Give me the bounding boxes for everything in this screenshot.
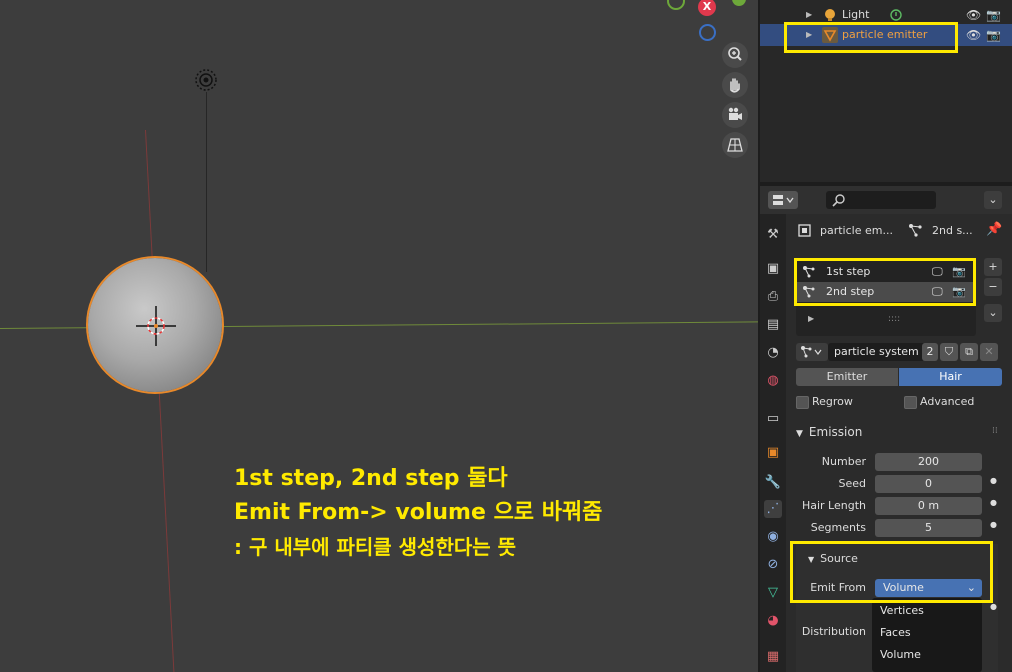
seed-field[interactable]: 0 — [875, 475, 982, 493]
tool-tab-icon[interactable]: ⚒ — [764, 226, 782, 244]
type-hair-button[interactable]: Hair — [899, 368, 1002, 386]
highlight-box-emitter — [784, 22, 958, 53]
highlight-box-source — [790, 541, 993, 603]
gizmo-x-handle[interactable]: X — [698, 0, 716, 16]
visibility-eye-icon[interactable]: 👁 — [966, 4, 981, 26]
list-resize-handle[interactable]: :::: — [888, 314, 900, 324]
type-emitter-button[interactable]: Emitter — [796, 368, 898, 386]
light-data-icon — [890, 9, 902, 21]
hair-length-field[interactable]: 0 m — [875, 497, 982, 515]
scene-tab-icon[interactable]: ◔ — [764, 344, 782, 362]
emission-panel-header[interactable]: ▼ Emission — [796, 425, 862, 439]
gizmo-y-handle[interactable] — [732, 0, 746, 6]
emission-header-label: Emission — [808, 425, 863, 439]
option-vertices[interactable]: Vertices — [880, 604, 924, 617]
collection-tab-icon[interactable]: ▭ — [764, 410, 782, 428]
keyframe-dot-icon[interactable]: ● — [990, 498, 997, 507]
3d-viewport[interactable]: X 1st step, 2nd step 둘다 Emit From-> volu… — [0, 0, 758, 672]
distribution-label: Distribution — [801, 625, 866, 638]
hair-length-label: Hair Length — [801, 499, 866, 512]
fake-user-shield-icon[interactable]: ⛉ — [940, 343, 958, 361]
regrow-checkbox[interactable] — [796, 396, 809, 409]
light-object-icon[interactable] — [194, 68, 218, 92]
search-icon — [832, 194, 845, 207]
breadcrumb-object: particle em... — [820, 224, 893, 237]
browse-settings-button[interactable] — [796, 343, 828, 361]
add-slot-button[interactable]: + — [984, 258, 1002, 276]
highlight-box-particle-slots — [794, 258, 976, 306]
material-tab-icon[interactable]: ◕ — [764, 612, 782, 630]
emit-from-options-menu: Vertices Faces Volume — [872, 598, 982, 672]
pin-icon[interactable]: 📌 — [986, 222, 1002, 237]
list-filter-arrow-icon[interactable]: ▶ — [808, 314, 814, 323]
segments-label: Segments — [810, 521, 866, 534]
3d-cursor-icon — [136, 306, 176, 346]
annotation-text: 1st step, 2nd step 둘다 Emit From-> volume… — [234, 462, 602, 564]
users-count-badge[interactable]: 2 — [922, 343, 938, 361]
visibility-eye-icon[interactable]: 👁 — [966, 24, 981, 46]
properties-search-input[interactable] — [826, 191, 936, 209]
advanced-checkbox[interactable] — [904, 396, 917, 409]
option-volume[interactable]: Volume — [880, 648, 921, 661]
render-tab-icon[interactable]: ▣ — [764, 260, 782, 278]
object-tab-icon[interactable]: ▣ — [764, 444, 782, 462]
slot-specials-dropdown[interactable]: ⌄ — [984, 304, 1002, 322]
texture-tab-icon[interactable]: ▦ — [764, 648, 782, 666]
camera-view-icon[interactable] — [722, 102, 748, 128]
remove-slot-button[interactable]: − — [984, 278, 1002, 296]
world-tab-icon[interactable]: ◍ — [764, 372, 782, 390]
particle-settings-name-field[interactable]: particle system — [828, 343, 926, 361]
keyframe-dot-icon[interactable]: ● — [990, 602, 997, 611]
advanced-label: Advanced — [920, 395, 975, 408]
annotation-line-2: Emit From-> volume 으로 바꿔줌 — [234, 500, 603, 525]
gizmo-z-neg-handle[interactable] — [699, 24, 716, 41]
gizmo-y-neg-handle[interactable] — [667, 0, 685, 10]
panel-drag-handle[interactable]: ⁞⁞ — [992, 426, 998, 436]
breadcrumb-particle-system: 2nd s... — [932, 224, 973, 237]
zoom-icon[interactable] — [722, 42, 748, 68]
constraints-tab-icon[interactable]: ⊘ — [764, 556, 782, 574]
pan-hand-icon[interactable] — [722, 72, 748, 98]
annotation-line-1: 1st step, 2nd step 둘다 — [234, 466, 508, 491]
editor-type-button[interactable] — [768, 191, 798, 209]
keyframe-dot-icon[interactable]: ● — [990, 476, 997, 485]
y-axis-line — [145, 129, 176, 672]
perspective-grid-icon[interactable] — [722, 132, 748, 158]
object-data-tab-icon[interactable]: ▽ — [764, 584, 782, 602]
annotation-line-3: : 구 내부에 파티클 생성한다는 뜻 — [234, 535, 517, 559]
option-faces[interactable]: Faces — [880, 626, 911, 639]
render-camera-icon[interactable]: 📷 — [986, 4, 1001, 26]
object-square-icon — [798, 224, 811, 237]
regrow-label: Regrow — [812, 395, 853, 408]
options-dropdown-icon[interactable]: ⌄ — [984, 191, 1002, 209]
output-tab-icon[interactable]: ⎙ — [764, 288, 782, 306]
particles-tab-icon[interactable]: ⋰ — [764, 500, 782, 518]
render-camera-icon[interactable]: 📷 — [986, 24, 1001, 46]
light-direction-line — [206, 92, 207, 272]
light-icon — [825, 9, 835, 21]
keyframe-dot-icon[interactable]: ● — [990, 520, 997, 529]
collapse-arrow-icon: ▼ — [796, 429, 803, 439]
unlink-settings-icon[interactable]: ✕ — [980, 343, 998, 361]
number-label: Number — [821, 455, 866, 468]
particle-system-icon — [909, 224, 922, 237]
physics-tab-icon[interactable]: ◉ — [764, 528, 782, 546]
properties-tabs-sidebar: ⚒ ▣ ⎙ ▤ ◔ ◍ ▭ ▣ 🔧 ⋰ ◉ ⊘ ▽ ◕ ▦ — [760, 214, 786, 672]
seed-label: Seed — [838, 477, 867, 490]
segments-field[interactable]: 5 — [875, 519, 982, 537]
number-field[interactable]: 200 — [875, 453, 982, 471]
modifier-wrench-tab-icon[interactable]: 🔧 — [764, 474, 782, 492]
view-layer-tab-icon[interactable]: ▤ — [764, 316, 782, 334]
properties-header: ⌄ — [760, 186, 1012, 214]
duplicate-settings-icon[interactable]: ⧉ — [960, 343, 978, 361]
